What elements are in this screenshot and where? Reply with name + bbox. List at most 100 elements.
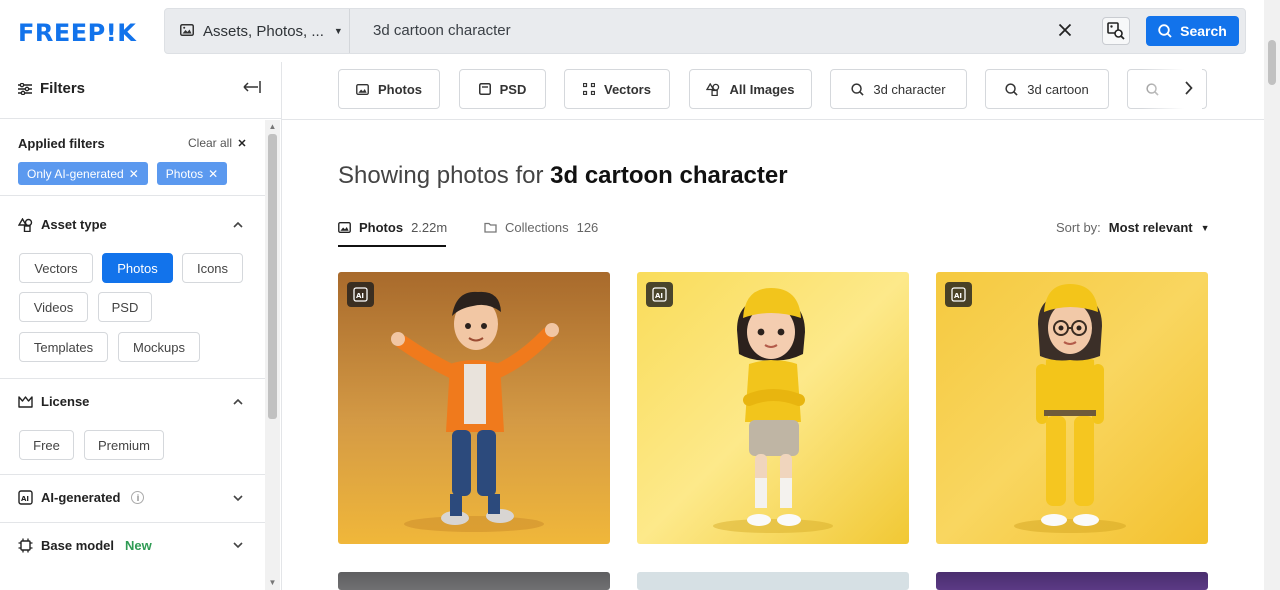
license-option-free[interactable]: Free (19, 430, 74, 460)
freepik-logo[interactable]: FREEP!K (18, 19, 136, 47)
shapes-icon (18, 217, 33, 232)
chevron-down-icon: ▼ (333, 26, 343, 36)
crown-icon (18, 395, 33, 408)
asset-option-templates[interactable]: Templates (19, 332, 108, 362)
filters-sidebar: Filters ▲ ▼ Applied filters Clear all On… (0, 62, 282, 590)
chevron-up-icon[interactable] (233, 396, 243, 408)
result-card[interactable]: AI (338, 272, 610, 544)
girl-cartoon-image (637, 272, 909, 544)
result-card[interactable] (936, 572, 1208, 590)
page-title-prefix: Showing photos for (338, 162, 544, 189)
license-option-premium[interactable]: Premium (84, 430, 164, 460)
license-title: License (41, 394, 90, 409)
chevron-right-icon[interactable] (1184, 79, 1193, 100)
divider (0, 522, 265, 523)
quick-filter-all-images[interactable]: All Images (689, 69, 812, 109)
page-scroll-thumb[interactable] (1268, 40, 1276, 85)
clear-all-button[interactable]: Clear all (188, 136, 246, 150)
ai-generated-header[interactable]: AI AI-generated i (18, 490, 145, 505)
asset-type-dropdown[interactable]: Assets, Photos, ... ▼ (165, 9, 350, 53)
sort-dropdown[interactable]: Sort by: Most relevant ▼ (1056, 220, 1210, 235)
filters-header: Filters (0, 62, 281, 119)
search-button-label: Search (1180, 23, 1227, 39)
quick-filter-label: 3d cartoon (1027, 81, 1089, 97)
page-scrollbar[interactable] (1264, 0, 1280, 590)
result-card[interactable]: AI (637, 272, 909, 544)
result-card[interactable]: AI (936, 272, 1208, 544)
clear-all-label: Clear all (187, 136, 232, 150)
search-icon (1158, 24, 1172, 38)
svg-text:AI: AI (356, 292, 364, 300)
applied-chip-label: Photos (165, 166, 204, 181)
base-model-header[interactable]: Base model New (18, 538, 152, 553)
related-search-3d-character[interactable]: 3d character (830, 69, 967, 109)
page-title: Showing photos for 3d cartoon character (338, 162, 788, 190)
applied-chip-photos[interactable]: Photos ✕ (156, 162, 228, 185)
sort-value: Most relevant (1108, 220, 1193, 235)
ai-icon: AI (18, 490, 33, 505)
image-search-icon (1107, 22, 1125, 40)
image-icon (338, 222, 351, 233)
applied-chips: Only AI-generated ✕ Photos ✕ (18, 162, 228, 185)
quick-filter-label: PSD (499, 81, 527, 97)
divider (0, 378, 265, 379)
quick-filter-vectors[interactable]: Vectors (564, 69, 670, 109)
related-search-3d-cartoon[interactable]: 3d cartoon (985, 69, 1109, 109)
sidebar-scroll-thumb[interactable] (268, 134, 277, 419)
quick-filter-psd[interactable]: PSD (459, 69, 546, 109)
asset-type-header[interactable]: Asset type (18, 217, 107, 232)
image-search-button[interactable] (1102, 17, 1130, 45)
asset-option-photos[interactable]: Photos (102, 253, 173, 283)
search-button[interactable]: Search (1146, 16, 1239, 46)
info-icon[interactable]: i (131, 491, 145, 504)
scroll-up-arrow-icon[interactable]: ▲ (265, 120, 280, 134)
asset-option-videos[interactable]: Videos (19, 292, 88, 322)
page-title-query: 3d cartoon character (550, 162, 788, 189)
search-bar: Assets, Photos, ... ▼ 3d cartoon charact… (164, 8, 1246, 54)
remove-chip-icon[interactable]: ✕ (208, 167, 218, 181)
divider (0, 195, 265, 196)
scroll-fade (1142, 62, 1202, 119)
shapes-icon (706, 82, 720, 96)
tab-collections[interactable]: Collections 126 (484, 220, 598, 235)
asset-type-value: Assets, Photos, ... (203, 22, 324, 40)
ai-badge-icon: AI (347, 282, 374, 307)
asset-option-psd[interactable]: PSD (98, 292, 152, 322)
clear-search-icon[interactable] (1055, 21, 1075, 41)
image-icon (356, 83, 369, 95)
chevron-down-icon[interactable] (233, 493, 243, 505)
tab-collections-count: 126 (576, 220, 599, 235)
asset-option-icons[interactable]: Icons (182, 253, 243, 283)
scroll-down-arrow-icon[interactable]: ▼ (265, 576, 280, 590)
new-badge: New (124, 538, 152, 553)
chevron-up-icon[interactable] (233, 219, 243, 231)
applied-filters: Applied filters Clear all Only AI-genera… (18, 136, 246, 185)
quick-filter-label: All Images (729, 81, 795, 97)
tab-collections-label: Collections (505, 220, 569, 235)
chip-icon (18, 538, 33, 553)
svg-text:AI: AI (655, 292, 663, 300)
license-header[interactable]: License (18, 394, 89, 409)
search-icon (851, 82, 864, 96)
collapse-sidebar-icon[interactable] (243, 78, 261, 99)
applied-chip-ai[interactable]: Only AI-generated ✕ (18, 162, 148, 185)
result-card[interactable] (338, 572, 610, 590)
chevron-down-icon[interactable] (233, 540, 243, 552)
search-input[interactable]: 3d cartoon character (373, 9, 511, 53)
result-card[interactable] (637, 572, 909, 590)
tab-photos[interactable]: Photos 2.22m (338, 220, 447, 235)
quick-filter-bar: Photos PSD Vectors All Images 3d charact… (282, 62, 1264, 120)
asset-option-mockups[interactable]: Mockups (118, 332, 200, 362)
remove-chip-icon[interactable]: ✕ (129, 167, 139, 181)
vector-icon (583, 83, 595, 95)
applied-chip-label: Only AI-generated (27, 166, 124, 181)
asset-type-title: Asset type (41, 217, 107, 232)
asset-option-vectors[interactable]: Vectors (19, 253, 93, 283)
sidebar-scrollbar[interactable]: ▲ ▼ (265, 120, 280, 590)
tab-photos-count: 2.22m (411, 220, 448, 235)
quick-filter-label: Photos (377, 81, 423, 97)
svg-text:AI: AI (954, 292, 962, 300)
quick-filter-photos[interactable]: Photos (338, 69, 440, 109)
psd-file-icon (478, 83, 491, 95)
base-model-title: Base model (41, 538, 114, 553)
